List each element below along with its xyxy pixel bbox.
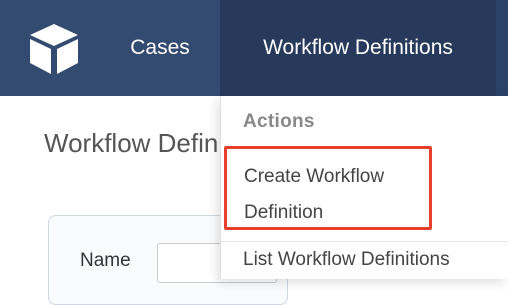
nav-item-workflow-definitions[interactable]: Workflow Definitions (220, 0, 496, 96)
dropdown-divider (221, 241, 508, 242)
workflow-definitions-dropdown: Actions Create Workflow Definition List … (220, 96, 508, 279)
dropdown-header: Actions (243, 111, 315, 132)
name-label: Name (80, 250, 131, 271)
nav-item-label: Cases (130, 36, 190, 59)
cube-icon[interactable] (28, 22, 80, 76)
menu-item-create-workflow-definition[interactable]: Create Workflow Definition (224, 146, 432, 230)
menu-item-list-workflow-definitions[interactable]: List Workflow Definitions (243, 249, 450, 271)
nav-item-cases[interactable]: Cases (100, 0, 220, 96)
navbar-separator (496, 0, 508, 96)
nav-item-label: Workflow Definitions (263, 36, 453, 59)
